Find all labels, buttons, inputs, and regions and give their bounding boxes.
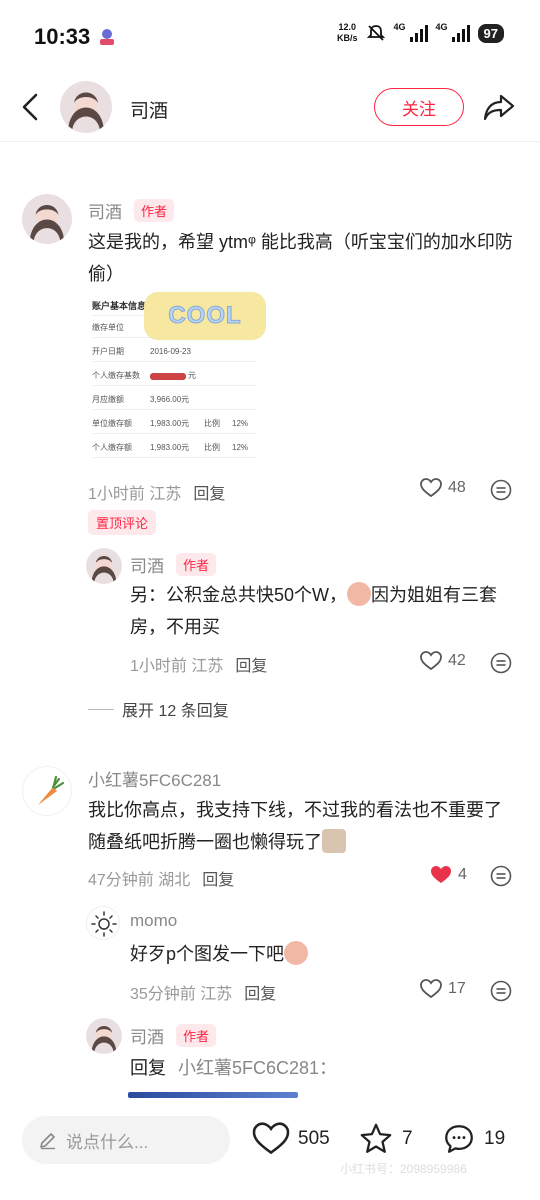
more-options-icon[interactable] [490,652,512,674]
like-button[interactable]: 48 [420,478,466,498]
comment-count-button[interactable]: 19 [442,1122,505,1156]
signal-icon-2 [451,24,470,42]
reply-avatar[interactable] [86,1018,122,1054]
heart-icon [420,478,442,498]
follow-button[interactable]: 关注 [374,88,464,126]
like-button[interactable]: 4 [430,865,467,885]
heart-icon [420,651,442,671]
back-icon[interactable] [18,92,42,122]
reply-avatar[interactable] [86,906,120,940]
collect-count: 7 [402,1128,413,1149]
like-count: 42 [448,652,466,669]
image-row: 个人缴存额 1,983.00元 比例 12% [92,438,256,458]
reply-image[interactable] [128,1092,298,1098]
reply-meta: 1小时前 江苏 回复 [130,658,268,675]
author-name[interactable]: 司酒 [130,96,168,123]
network-type-2: 4G [435,22,448,32]
reply-text[interactable]: 好歹p个图发一下吧 [130,938,510,970]
comment-text[interactable]: 这是我的，希望 ytmᵠ 能比我高（听宝宝们的加水印防偷） [88,226,518,290]
collect-button[interactable]: 7 [358,1122,413,1156]
more-options-icon[interactable] [490,865,512,887]
star-icon [360,1123,392,1153]
comment-bubble-icon [445,1125,473,1153]
reply-button[interactable]: 回复 [235,658,267,675]
expand-replies-button[interactable]: 展开 12 条回复 [88,697,229,721]
reply-text[interactable]: 回复 小红薯5FC6C281： [130,1052,510,1084]
comment-avatar[interactable] [22,194,72,244]
share-icon[interactable] [482,92,516,122]
top-nav-bar: 司酒 关注 [0,72,540,142]
carrot-icon [38,775,65,805]
like-count: 48 [448,479,466,496]
reply-username[interactable]: 司酒 [130,552,164,577]
heart-icon [420,979,442,999]
reply-button[interactable]: 回复 [202,872,234,889]
author-tag: 作者 [134,199,175,222]
heart-icon [252,1122,290,1155]
like-count: 17 [448,980,466,997]
like-button[interactable]: 17 [420,979,466,999]
pinned-comment-tag: 置顶评论 [88,510,157,535]
image-row: 月应缴额 3,966.00元 [92,390,256,410]
app-notification-icon [100,29,114,45]
comment-meta: 1小时前 江苏 回复 [88,486,226,503]
comment-avatar[interactable] [22,766,72,816]
pencil-icon [40,1133,55,1150]
image-row: 单位缴存额 1,983.00元 比例 12% [92,414,256,434]
network-type-1: 4G [393,22,406,32]
comment-username[interactable]: 小红薯5FC6C281 [88,766,221,791]
status-indicators: 12.0 KB/s 4G 4G 97 [337,22,504,44]
bottom-action-bar: 说点什么... 505 7 19 小红书号：2098959986 [0,1108,540,1200]
reply-avatar[interactable] [86,548,122,584]
comment-count: 19 [484,1128,506,1149]
image-row: 开户日期 2016-09-23 [92,342,256,362]
author-tag: 作者 [176,553,217,576]
author-avatar[interactable] [60,81,112,133]
comment-text[interactable]: 我比你高点，我支持下线，不过我的看法也不重要了随叠纸吧折腾一圈也懒得玩了 [88,794,518,858]
reply-username[interactable]: 司酒 [130,1023,164,1048]
like-button[interactable]: 42 [420,651,466,671]
status-time: 10:33 [34,24,91,49]
cool-sticker: COOL [144,292,266,340]
watermark: 小红书号：2098959986 [340,1162,467,1176]
more-options-icon[interactable] [490,980,512,1002]
image-row: 个人缴存基数元 [92,366,256,386]
network-speed: 12.0 KB/s [336,22,358,43]
reply-button[interactable]: 回复 [193,486,225,503]
sun-icon [91,911,117,937]
reply-text[interactable]: 另：公积金总共快50个W， 因为姐姐有三套房，不用买 [130,579,510,643]
post-like-count: 505 [298,1128,330,1149]
more-options-icon[interactable] [490,479,512,501]
mute-icon [366,25,385,41]
comment-meta: 47分钟前 湖北 回复 [88,872,235,889]
battery-icon: 97 [477,23,504,43]
heart-filled-icon [431,866,451,883]
signal-icon-1 [409,24,428,42]
comment-input[interactable]: 说点什么... [22,1116,230,1164]
post-like-button[interactable]: 505 [252,1122,330,1156]
comment-username[interactable]: 司酒 [88,198,122,223]
status-bar: 10:33 12.0 KB/s 4G 4G 97 [0,0,540,70]
reply-button[interactable]: 回复 [244,986,276,1003]
emoji-icon [347,582,372,606]
reply-username[interactable]: momo [130,911,177,931]
emoji-icon [322,829,346,853]
comment-image[interactable]: 账户基本信息 缴存单位 开户日期 2016-09-23 个人缴存基数元 月应缴额 3… [84,292,266,470]
reply-meta: 35分钟前 江苏 回复 [130,986,277,1003]
like-count: 4 [458,866,467,883]
emoji-icon [284,941,309,965]
author-tag: 作者 [176,1024,217,1047]
